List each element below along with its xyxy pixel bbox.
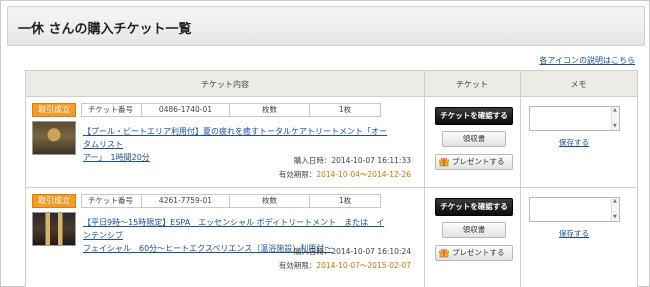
gift-icon [439, 248, 449, 258]
confirm-ticket-button[interactable]: チケットを確認する [435, 107, 513, 125]
purchase-date-value: 2014-10-07 16:11:33 [331, 156, 411, 165]
header-ticket-content: チケット内容 [201, 80, 249, 89]
ticket-info-box: チケット番号 4261-7759-01 枚数 1枚 [81, 194, 381, 208]
memo-scrollbar[interactable]: ▲ ▼ [611, 107, 619, 130]
count-label: 枚数 [230, 195, 310, 207]
present-button[interactable]: プレゼントする [435, 245, 513, 261]
memo-textarea[interactable]: ▲ ▼ [529, 197, 620, 222]
purchase-date-label: 購入日時： [293, 156, 332, 165]
purchase-date-value: 2014-10-07 16:10:24 [331, 247, 411, 256]
expiry-date-value: 2014-10-07〜2015-02-07 [316, 261, 411, 270]
receipt-button[interactable]: 領収書 [442, 222, 506, 238]
purchase-date-label: 購入日時： [293, 247, 332, 256]
purchase-date: 購入日時：2014-10-07 16:10:24 [294, 246, 411, 257]
chevron-up-icon[interactable]: ▲ [613, 199, 617, 204]
save-memo-link[interactable]: 保存する [559, 137, 589, 148]
header-memo: メモ [570, 80, 587, 89]
ticket-number: 0486-1740-01 [142, 104, 230, 116]
header-ticket: チケット [456, 80, 488, 89]
icon-help-link[interactable]: 各アイコンの説明はこちら [539, 55, 635, 66]
table-row: 取引成立 チケット番号 0486-1740-01 枚数 1枚 【プール・ビートエ… [26, 97, 637, 187]
gift-icon [439, 157, 449, 167]
present-button[interactable]: プレゼントする [435, 154, 513, 170]
ticket-number: 4261-7759-01 [142, 195, 230, 207]
ticket-thumbnail[interactable] [32, 121, 76, 155]
table-header: チケット内容 チケット メモ [26, 71, 637, 97]
present-button-label: プレゼントする [452, 157, 505, 166]
ticket-number-label: チケット番号 [82, 195, 142, 207]
count-label: 枚数 [230, 104, 310, 116]
table-row: 取引成立 チケット番号 4261-7759-01 枚数 1枚 【平日9時〜15時… [26, 188, 637, 278]
chevron-down-icon[interactable]: ▼ [613, 124, 617, 129]
ticket-title-line1: 【平日9時〜15時限定】ESPA エッセンシャル ボディトリートメント または … [83, 218, 385, 240]
count-value: 1枚 [338, 196, 352, 205]
status-badge: 取引成立 [32, 194, 76, 208]
save-memo-link[interactable]: 保存する [559, 228, 589, 239]
purchase-date: 購入日時：2014-10-07 16:11:33 [294, 155, 411, 166]
ticket-table: チケット内容 チケット メモ 取引成立 チケット番号 0486-1740-01 … [25, 70, 638, 287]
expiry-date: 有効期限：2014-10-07〜2015-02-07 [279, 260, 411, 271]
ticket-number-label: チケット番号 [82, 104, 142, 116]
ticket-info-box: チケット番号 0486-1740-01 枚数 1枚 [81, 103, 381, 117]
ticket-thumbnail[interactable] [32, 212, 76, 246]
expiry-date-value: 2014-10-04〜2014-12-26 [316, 170, 411, 179]
status-badge: 取引成立 [32, 103, 76, 117]
confirm-ticket-button[interactable]: チケットを確認する [435, 198, 513, 216]
receipt-button[interactable]: 領収書 [442, 131, 506, 147]
expiry-date-label: 有効期限： [278, 170, 317, 179]
chevron-down-icon[interactable]: ▼ [613, 215, 617, 220]
count-value: 1枚 [338, 105, 352, 114]
expiry-date-label: 有効期限： [278, 261, 317, 270]
present-button-label: プレゼントする [452, 248, 505, 257]
ticket-title-line1: 【プール・ビートエリア利用付】夏の疲れを癒すトータルケアトリートメント「オータム… [83, 127, 387, 149]
page-title: 一休 さんの購入チケット一覧 [18, 22, 192, 37]
chevron-up-icon[interactable]: ▲ [613, 108, 617, 113]
page-header: 一休 さんの購入チケット一覧 [7, 6, 645, 46]
ticket-title-line2: アー」 1時間20分 [83, 153, 150, 162]
memo-scrollbar[interactable]: ▲ ▼ [611, 198, 619, 221]
expiry-date: 有効期限：2014-10-04〜2014-12-26 [279, 169, 411, 180]
page-frame: 一休 さんの購入チケット一覧 各アイコンの説明はこちら チケット内容 チケット … [0, 0, 650, 287]
memo-textarea[interactable]: ▲ ▼ [529, 106, 620, 131]
